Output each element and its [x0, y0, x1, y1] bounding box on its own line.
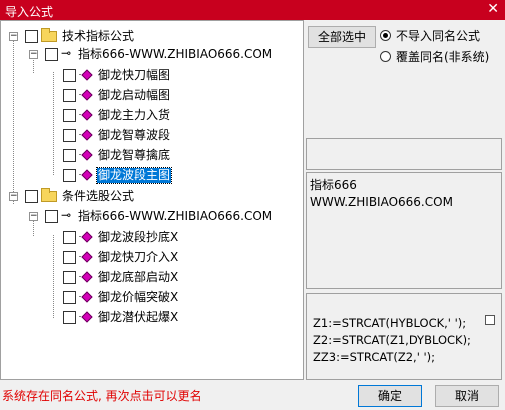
tree-item[interactable]: 御龙快刀幅图	[1, 66, 301, 85]
close-icon[interactable]: ✕	[487, 1, 499, 17]
key-icon: ⊸	[61, 46, 72, 60]
overwrite-radio[interactable]	[380, 51, 391, 62]
item-checkbox[interactable]	[63, 169, 76, 182]
tree-item[interactable]: 御龙快刀介入X	[1, 248, 301, 267]
tree-item[interactable]: 御龙价幅突破X	[1, 288, 301, 307]
window-title: 导入公式	[5, 5, 54, 19]
formula-code-panel: Z1:=STRCAT(HYBLOCK,' '); Z2:=STRCAT(Z1,D…	[306, 293, 502, 380]
item-label: 御龙底部启动X	[98, 270, 179, 284]
no-import-radio[interactable]	[380, 30, 391, 41]
status-message: 系统存在同名公式, 再次点击可以更名	[2, 389, 202, 403]
formula-icon	[79, 169, 93, 181]
tree-source-node[interactable]: − ⊸ 指标666-WWW.ZHIBIAO666.COM	[1, 207, 301, 226]
description-line-2: WWW.ZHIBIAO666.COM	[310, 195, 453, 209]
formula-icon	[79, 89, 93, 101]
formula-icon	[79, 291, 93, 303]
item-label: 御龙潜伏起爆X	[98, 310, 179, 324]
source-checkbox[interactable]	[45, 48, 58, 61]
code-checkbox[interactable]	[485, 315, 495, 325]
item-label: 御龙快刀幅图	[98, 68, 171, 82]
formula-icon	[79, 69, 93, 81]
item-checkbox[interactable]	[63, 149, 76, 162]
group-label: 条件选股公式	[62, 189, 135, 203]
item-checkbox[interactable]	[63, 89, 76, 102]
formula-description: 指标666 WWW.ZHIBIAO666.COM	[306, 172, 502, 289]
source-label: 指标666-WWW.ZHIBIAO666.COM	[78, 47, 273, 61]
key-icon: ⊸	[61, 208, 72, 222]
item-checkbox[interactable]	[63, 311, 76, 324]
collapse-icon[interactable]: −	[29, 212, 38, 221]
formula-icon	[79, 129, 93, 141]
item-checkbox[interactable]	[63, 231, 76, 244]
info-panel	[306, 138, 502, 170]
tree-group-screening[interactable]: − 条件选股公式	[1, 187, 301, 206]
tree-source-node[interactable]: − ⊸ 指标666-WWW.ZHIBIAO666.COM	[1, 45, 301, 64]
tree-item-selected[interactable]: 御龙波段主图	[1, 166, 301, 185]
group-checkbox[interactable]	[25, 190, 38, 203]
folder-icon	[41, 28, 57, 42]
collapse-icon[interactable]: −	[9, 32, 18, 41]
overwrite-label[interactable]: 覆盖同名(非系统)	[396, 48, 489, 65]
tree-item[interactable]: 御龙智尊擒底	[1, 146, 301, 165]
item-label: 御龙智尊擒底	[98, 148, 171, 162]
formula-icon	[79, 311, 93, 323]
source-checkbox[interactable]	[45, 210, 58, 223]
tree-item[interactable]: 御龙波段抄底X	[1, 228, 301, 247]
item-label: 御龙快刀介入X	[98, 250, 179, 264]
item-checkbox[interactable]	[63, 109, 76, 122]
item-label: 御龙主力入货	[98, 108, 171, 122]
formula-icon	[79, 251, 93, 263]
code-line: Z1:=STRCAT(HYBLOCK,' ');	[313, 316, 467, 330]
ok-button[interactable]: 确定	[358, 385, 422, 407]
select-all-button[interactable]: 全部选中	[308, 26, 376, 48]
tree-item[interactable]: 御龙主力入货	[1, 106, 301, 125]
cancel-button[interactable]: 取消	[435, 385, 499, 407]
item-checkbox[interactable]	[63, 291, 76, 304]
item-checkbox[interactable]	[63, 129, 76, 142]
group-checkbox[interactable]	[25, 30, 38, 43]
item-checkbox[interactable]	[63, 271, 76, 284]
item-label: 御龙价幅突破X	[98, 290, 179, 304]
tree-group-technical[interactable]: − 技术指标公式	[1, 27, 301, 46]
item-label: 御龙波段抄底X	[98, 230, 179, 244]
code-line: ZZ3:=STRCAT(Z2,' ');	[313, 350, 436, 364]
item-label: 御龙智尊波段	[98, 128, 171, 142]
group-label: 技术指标公式	[62, 29, 135, 43]
collapse-icon[interactable]: −	[9, 192, 18, 201]
tree-item[interactable]: 御龙启动幅图	[1, 86, 301, 105]
formula-tree[interactable]: − 技术指标公式 − ⊸ 指标666-WWW.ZHIBIAO666.COM 御龙…	[0, 20, 304, 380]
tree-item[interactable]: 御龙智尊波段	[1, 126, 301, 145]
description-line-1: 指标666	[310, 178, 357, 192]
tree-item[interactable]: 御龙底部启动X	[1, 268, 301, 287]
item-checkbox[interactable]	[63, 251, 76, 264]
folder-icon	[41, 188, 57, 202]
item-label: 御龙波段主图	[95, 167, 173, 184]
code-line: Z2:=STRCAT(Z1,DYBLOCK);	[313, 333, 471, 347]
source-label: 指标666-WWW.ZHIBIAO666.COM	[78, 209, 273, 223]
item-label: 御龙启动幅图	[98, 88, 171, 102]
no-import-label[interactable]: 不导入同名公式	[396, 27, 480, 44]
item-checkbox[interactable]	[63, 69, 76, 82]
formula-icon	[79, 231, 93, 243]
tree-item[interactable]: 御龙潜伏起爆X	[1, 308, 301, 327]
formula-icon	[79, 109, 93, 121]
collapse-icon[interactable]: −	[29, 50, 38, 59]
formula-icon	[79, 271, 93, 283]
title-bar: 导入公式 ✕	[0, 0, 505, 20]
formula-icon	[79, 149, 93, 161]
